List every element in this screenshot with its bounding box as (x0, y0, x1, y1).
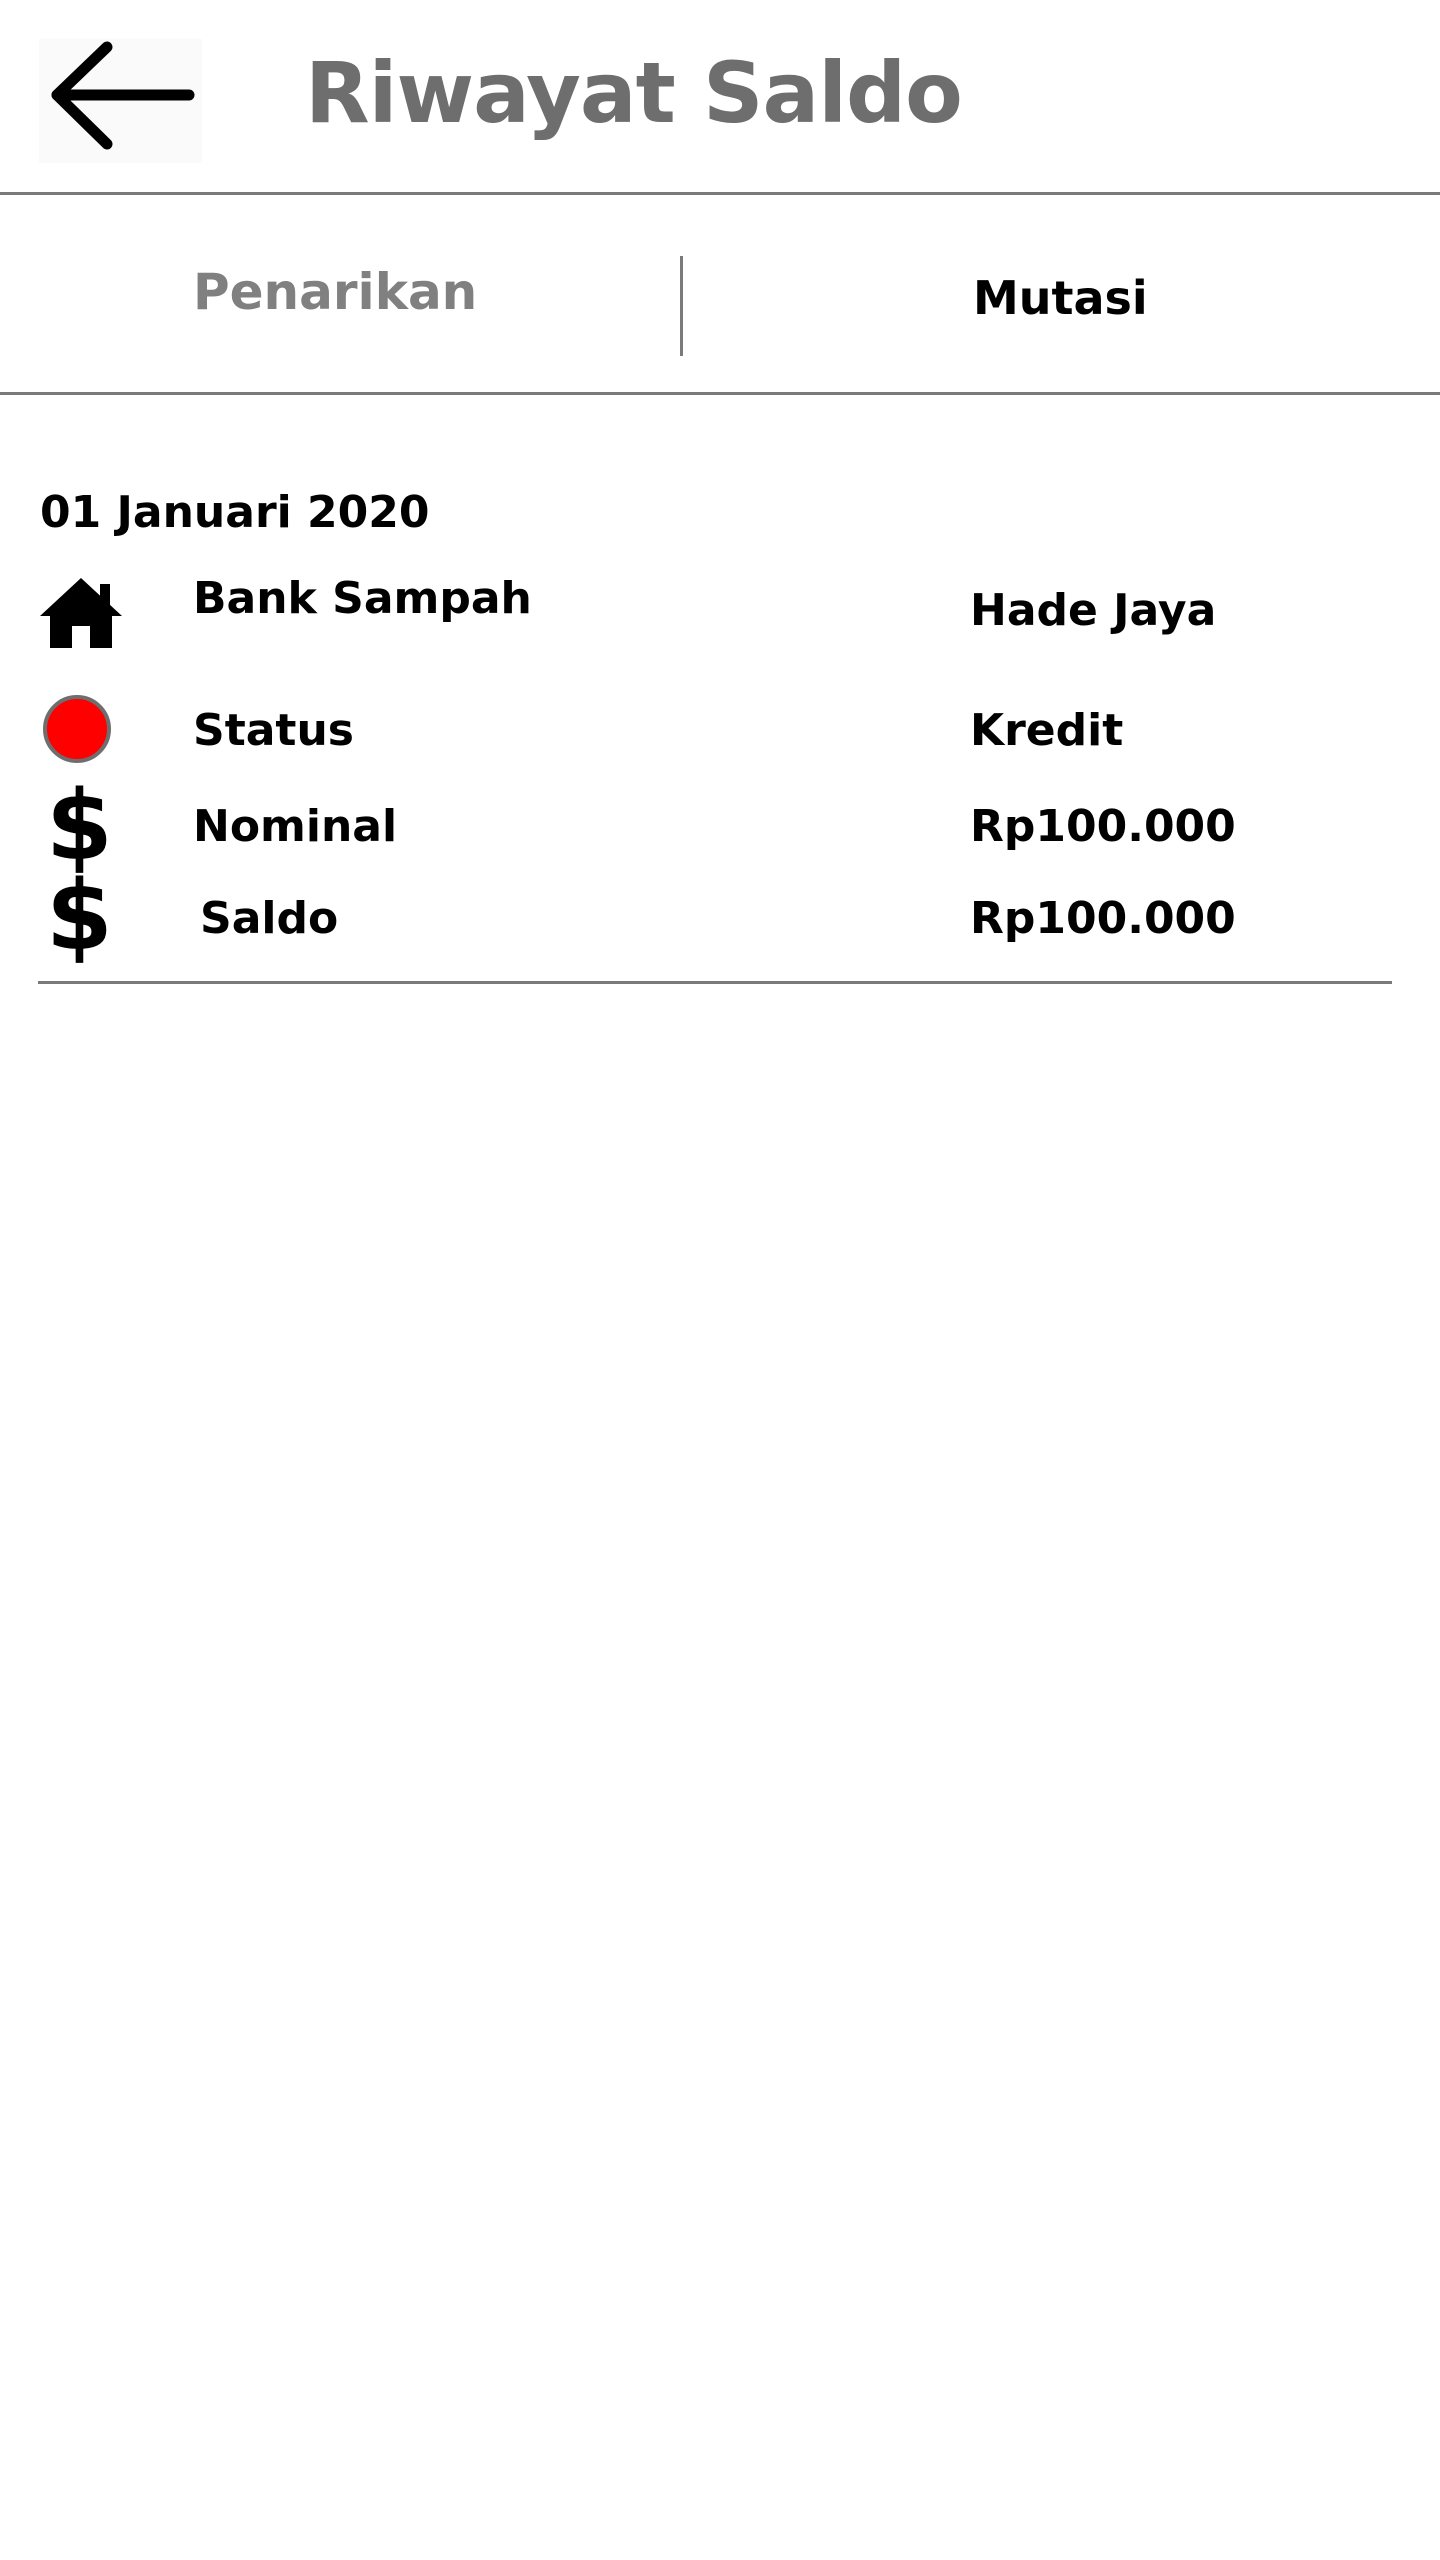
dollar-icon: $ (46, 860, 113, 972)
row-label-saldo: Saldo (200, 893, 339, 944)
house-icon (38, 576, 124, 650)
tab-mutasi-label: Mutasi (973, 271, 1148, 325)
tabs-divider (0, 392, 1440, 395)
header-divider (0, 192, 1440, 195)
red-status-dot-icon (42, 694, 112, 764)
entry-divider (38, 981, 1392, 984)
entry-date: 01 Januari 2020 (40, 487, 430, 538)
tab-bar: Penarikan Mutasi (0, 196, 1440, 392)
row-value-nominal: Rp100.000 (970, 801, 1236, 852)
page-title: Riwayat Saldo (305, 44, 963, 142)
tab-penarikan[interactable]: Penarikan (0, 196, 680, 392)
tab-penarikan-label: Penarikan (193, 263, 478, 321)
row-value-saldo: Rp100.000 (970, 893, 1236, 944)
back-button[interactable] (39, 39, 202, 163)
row-label-status: Status (193, 705, 354, 756)
tab-mutasi[interactable]: Mutasi (683, 196, 1440, 392)
row-label-nominal: Nominal (193, 801, 398, 852)
row-value-status: Kredit (970, 705, 1124, 756)
arrow-left-icon (51, 41, 195, 150)
app-header: Riwayat Saldo (0, 0, 1440, 193)
row-value-bank-sampah: Hade Jaya (970, 585, 1217, 636)
row-label-bank-sampah: Bank Sampah (193, 573, 532, 624)
